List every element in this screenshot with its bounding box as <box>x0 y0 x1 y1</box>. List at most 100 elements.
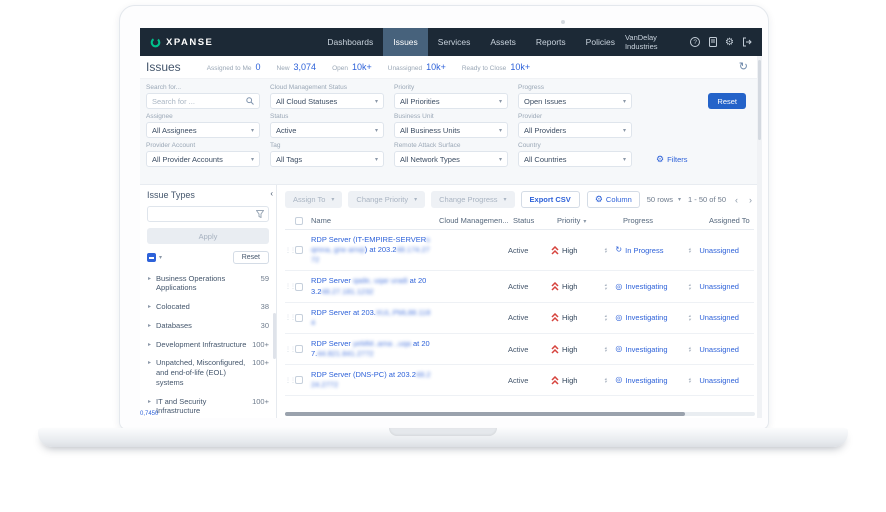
issue-name-link[interactable]: RDP Server at 203.XUL.PML88.1184 <box>311 308 436 328</box>
column-header-priority[interactable]: Priority▾ <box>557 216 623 225</box>
issue-type-item[interactable]: ▸ Databases 30 <box>147 316 269 335</box>
select-all-rows-checkbox[interactable] <box>295 217 303 225</box>
xpanse-logo[interactable]: XPANSE <box>140 37 227 48</box>
stat-value[interactable]: 10k+ <box>352 62 372 72</box>
page-scrollbar[interactable] <box>758 60 761 140</box>
nav-item-issues[interactable]: Issues <box>383 28 428 56</box>
stat-value[interactable]: 10k+ <box>510 62 530 72</box>
change-priority-button[interactable]: Change Priority▾ <box>348 191 425 208</box>
issue-name-link[interactable]: RDP Server qade, uqar uradi at 203.248.2… <box>311 276 436 296</box>
sidebar-filter-input[interactable] <box>147 206 269 222</box>
priority-value[interactable]: High <box>562 376 577 385</box>
expand-arrow-icon[interactable]: ▸ <box>148 275 151 282</box>
progress-stepper[interactable]: ▴▾ <box>680 314 699 321</box>
notifications-icon[interactable] <box>708 37 717 48</box>
assigned-to-link[interactable]: Unassigned <box>699 376 754 385</box>
expand-arrow-icon[interactable]: ▸ <box>148 322 151 329</box>
column-header-progress[interactable]: Progress <box>623 216 709 225</box>
assigned-to-link[interactable]: Unassigned <box>699 246 754 255</box>
priority-value[interactable]: High <box>562 246 577 255</box>
export-csv-button[interactable]: Export CSV <box>521 191 580 208</box>
nav-item-reports[interactable]: Reports <box>526 28 576 56</box>
expand-arrow-icon[interactable]: ▸ <box>148 303 151 310</box>
priority-stepper[interactable]: ▴▾ <box>596 314 615 321</box>
filter-select-country[interactable]: All Countries ▾ <box>518 151 632 167</box>
progress-stepper[interactable]: ▴▾ <box>680 377 699 384</box>
row-checkbox[interactable] <box>295 283 303 291</box>
nav-item-assets[interactable]: Assets <box>480 28 526 56</box>
drag-handle-icon[interactable]: ⋮⋮ <box>285 314 295 321</box>
filter-select-progress[interactable]: Open Issues ▾ <box>518 93 632 109</box>
filter-select-status[interactable]: Active ▾ <box>270 122 384 138</box>
issue-type-item[interactable]: ▸ Business Operations Applications 59 <box>147 269 269 298</box>
row-checkbox[interactable] <box>295 314 303 322</box>
rows-per-page-select[interactable]: 50 rows▾ <box>647 195 681 204</box>
collapse-sidebar-icon[interactable]: ‹ <box>270 189 273 198</box>
progress-stepper[interactable]: ▴▾ <box>680 283 699 290</box>
column-header-status[interactable]: Status <box>513 216 557 225</box>
nav-item-dashboards[interactable]: Dashboards <box>317 28 383 56</box>
row-checkbox[interactable] <box>295 376 303 384</box>
assigned-to-link[interactable]: Unassigned <box>699 282 754 291</box>
priority-stepper[interactable]: ▴▾ <box>596 377 615 384</box>
nav-item-policies[interactable]: Policies <box>576 28 625 56</box>
issue-type-item[interactable]: ▸ Development Infrastructure 100+ <box>147 335 269 354</box>
assigned-to-link[interactable]: Unassigned <box>699 345 754 354</box>
progress-stepper[interactable]: ▴▾ <box>680 247 699 254</box>
priority-stepper[interactable]: ▴▾ <box>596 346 615 353</box>
row-checkbox[interactable] <box>295 246 303 254</box>
issue-name-link[interactable]: RDP Server (IT-EMPIRE-SERVERsqmna, grw a… <box>311 235 436 265</box>
settings-gear-icon[interactable]: ⚙ <box>725 37 734 48</box>
priority-value[interactable]: High <box>562 313 577 322</box>
reset-filters-button[interactable]: Reset <box>708 93 746 109</box>
filter-select-remote-attack-surface[interactable]: All Network Types ▾ <box>394 151 508 167</box>
search-input[interactable] <box>152 97 246 106</box>
sidebar-reset-button[interactable]: Reset <box>233 251 269 264</box>
horizontal-scrollbar[interactable] <box>285 412 685 416</box>
help-icon[interactable]: ? <box>690 37 700 48</box>
expand-arrow-icon[interactable]: ▸ <box>148 341 151 348</box>
assign-to-button[interactable]: Assign To▾ <box>285 191 342 208</box>
next-page-icon[interactable]: › <box>747 195 754 205</box>
filter-select-provider[interactable]: All Providers ▾ <box>518 122 632 138</box>
filter-select-cloud-management-status[interactable]: All Cloud Statuses ▾ <box>270 93 384 109</box>
progress-cell[interactable]: ◎ Investigating <box>615 282 679 291</box>
priority-stepper[interactable]: ▴▾ <box>596 283 615 290</box>
issue-name-link[interactable]: RDP Server (DNS-PC) at 203.248.224.2772 <box>311 370 436 390</box>
filter-select-business-unit[interactable]: All Business Units ▾ <box>394 122 508 138</box>
logout-icon[interactable] <box>742 37 752 48</box>
filters-link[interactable]: ⚙Filters <box>656 155 688 164</box>
progress-cell[interactable]: ◎ Investigating <box>615 345 679 354</box>
issue-type-item[interactable]: ▸ IT and Security Infrastructure 100+ <box>147 392 269 418</box>
progress-stepper[interactable]: ▴▾ <box>680 346 699 353</box>
progress-cell[interactable]: ◎ Investigating <box>615 376 679 385</box>
drag-handle-icon[interactable]: ⋮⋮ <box>285 283 295 290</box>
assigned-to-link[interactable]: Unassigned <box>699 313 754 322</box>
select-all-checkbox[interactable] <box>147 253 156 262</box>
expand-arrow-icon[interactable]: ▸ <box>148 398 151 405</box>
prev-page-icon[interactable]: ‹ <box>733 195 740 205</box>
filter-select-assignee[interactable]: All Assignees ▾ <box>146 122 260 138</box>
stat-value[interactable]: 3,074 <box>294 62 317 72</box>
filter-select-tag[interactable]: All Tags ▾ <box>270 151 384 167</box>
row-checkbox[interactable] <box>295 345 303 353</box>
priority-value[interactable]: High <box>562 282 577 291</box>
refresh-icon[interactable]: ↻ <box>739 62 748 73</box>
drag-handle-icon[interactable]: ⋮⋮ <box>285 377 295 384</box>
account-name[interactable]: VanDelay Industries <box>625 33 678 51</box>
sidebar-scrollbar[interactable] <box>273 313 276 359</box>
column-button[interactable]: ⚙Column <box>587 191 640 208</box>
filter-select-priority[interactable]: All Priorities ▾ <box>394 93 508 109</box>
stat-value[interactable]: 10k+ <box>426 62 446 72</box>
drag-handle-icon[interactable]: ⋮⋮ <box>285 247 295 254</box>
progress-cell[interactable]: ◎ Investigating <box>615 313 679 322</box>
priority-stepper[interactable]: ▴▾ <box>596 247 615 254</box>
progress-cell[interactable]: ↻ In Progress <box>615 246 679 255</box>
change-progress-button[interactable]: Change Progress▾ <box>431 191 514 208</box>
apply-button[interactable]: Apply <box>147 228 269 244</box>
column-header-assigned-to[interactable]: Assigned To <box>709 216 762 225</box>
priority-value[interactable]: High <box>562 345 577 354</box>
nav-item-services[interactable]: Services <box>428 28 481 56</box>
filter-select-provider-account[interactable]: All Provider Accounts ▾ <box>146 151 260 167</box>
stat-value[interactable]: 0 <box>256 62 261 72</box>
